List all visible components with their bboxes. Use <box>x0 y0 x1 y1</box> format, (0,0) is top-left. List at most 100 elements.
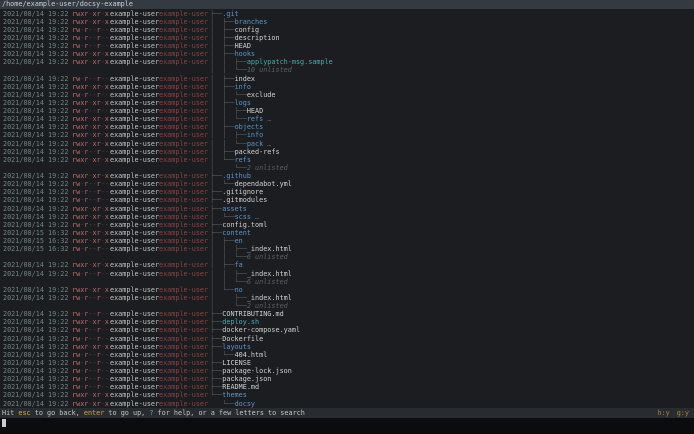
entry-name[interactable]: layouts <box>222 343 251 351</box>
entry-name[interactable]: package.json <box>222 375 271 383</box>
entry-name[interactable]: info <box>247 131 263 139</box>
entry-name[interactable]: pack <box>247 140 263 148</box>
entry-name[interactable]: assets <box>222 205 247 213</box>
entry-name[interactable]: docker-compose.yaml <box>222 326 300 334</box>
entry-name[interactable]: Dockerfile <box>222 335 263 343</box>
tree-row[interactable]: 2021/08/14 19:22 rw-r--r--example-userexa… <box>0 91 694 99</box>
tree-row[interactable]: 2021/08/14 19:22 rwxr-xr-xexample-userexa… <box>0 10 694 18</box>
tree-row[interactable]: │ └──2 unlisted <box>0 302 694 310</box>
entry-name[interactable]: 2 unlisted <box>247 302 288 310</box>
entry-name[interactable]: scss <box>235 213 251 221</box>
tree-row[interactable]: 2021/08/14 19:22 rw-r--r--example-userexa… <box>0 294 694 302</box>
entry-name[interactable]: .github <box>222 172 251 180</box>
entry-name[interactable]: no <box>235 286 243 294</box>
entry-name[interactable]: refs <box>247 115 263 123</box>
entry-name[interactable]: .gitignore <box>222 188 263 196</box>
tree-row[interactable]: 2021/08/15 16:32 rw-r--r--example-userexa… <box>0 245 694 253</box>
tree-row[interactable]: 2021/08/15 16:32 rwxr-xr-xexample-userexa… <box>0 229 694 237</box>
entry-name[interactable]: hooks <box>235 50 255 58</box>
entry-name[interactable]: content <box>222 229 251 237</box>
tree-row[interactable]: 2021/08/14 19:22 rw-r--r--example-userexa… <box>0 188 694 196</box>
tree-row[interactable]: 2021/08/14 19:22 rw-r--r--example-userexa… <box>0 148 694 156</box>
entry-name[interactable]: 2 unlisted <box>247 164 288 172</box>
tree-row[interactable]: 2021/08/14 19:22 rw-r--r--example-userexa… <box>0 270 694 278</box>
tree-row[interactable]: 2021/08/14 19:22 rwxr-xr-xexample-userexa… <box>0 115 694 123</box>
entry-name[interactable]: _index.html <box>247 294 292 302</box>
tree-row[interactable]: 2021/08/14 19:22 rw-r--r--example-userexa… <box>0 351 694 359</box>
tree-row[interactable]: 2021/08/14 19:22 rw-r--r--example-userexa… <box>0 34 694 42</box>
search-input-area[interactable] <box>0 417 694 434</box>
tree-row[interactable]: 2021/08/14 19:22 rw-r--r--example-userexa… <box>0 335 694 343</box>
tree-row[interactable]: 2021/08/14 19:22 rwxr-xr-xexample-userexa… <box>0 123 694 131</box>
tree-row[interactable]: 2021/08/14 19:22 rw-r--r--example-userexa… <box>0 180 694 188</box>
entry-name[interactable]: en <box>235 237 243 245</box>
entry-name[interactable]: HEAD <box>235 42 251 50</box>
tree-row[interactable]: 2021/08/14 19:22 rwxr-xr-xexample-userexa… <box>0 156 694 164</box>
entry-name[interactable]: .git <box>222 10 238 18</box>
tree-row[interactable]: 2021/08/14 19:22 rwxr-xr-xexample-userexa… <box>0 140 694 148</box>
tree-row[interactable]: 2021/08/14 19:22 rw-r--r--example-userexa… <box>0 367 694 375</box>
entry-name[interactable]: config <box>235 26 260 34</box>
tree-row[interactable]: 2021/08/14 19:22 rw-r--r--example-userexa… <box>0 107 694 115</box>
entry-name[interactable]: _index.html <box>247 245 292 253</box>
entry-name[interactable]: description <box>235 34 280 42</box>
entry-name[interactable]: themes <box>222 391 247 399</box>
tree-row[interactable]: 2021/08/14 19:22 rw-r--r--example-userexa… <box>0 375 694 383</box>
tree-row[interactable]: 2021/08/14 19:22 rwxr-xr-xexample-userexa… <box>0 50 694 58</box>
tree-row[interactable]: 2021/08/14 19:22 rwxr-xr-xexample-userexa… <box>0 213 694 221</box>
entry-name[interactable]: packed-refs <box>235 148 280 156</box>
entry-name[interactable]: README.md <box>222 383 259 391</box>
tree-row[interactable]: │ └──2 unlisted <box>0 164 694 172</box>
entry-name[interactable]: package-lock.json <box>222 367 292 375</box>
entry-name[interactable]: _index.html <box>247 270 292 278</box>
entry-name[interactable]: logs <box>235 99 251 107</box>
entry-name[interactable]: 6 unlisted <box>247 253 288 261</box>
tree-row[interactable]: 2021/08/14 19:22 rwxr-xr-xexample-userexa… <box>0 400 694 408</box>
tree-row[interactable]: 2021/08/14 19:22 rwxr-xr-xexample-userexa… <box>0 83 694 91</box>
entry-name[interactable]: branches <box>235 18 268 26</box>
tree-row[interactable]: 2021/08/14 19:22 rw-r--r--example-userexa… <box>0 75 694 83</box>
tree-row[interactable]: 2021/08/14 19:22 rw-r--r--example-userexa… <box>0 326 694 334</box>
tree-row[interactable]: 2021/08/14 19:22 rwxr-xr-xexample-userexa… <box>0 99 694 107</box>
tree-row[interactable]: 2021/08/14 19:22 rw-r--r--example-userexa… <box>0 310 694 318</box>
entry-name[interactable]: config.toml <box>222 221 267 229</box>
tree-row[interactable]: 2021/08/14 19:22 rw-r--r--example-userexa… <box>0 196 694 204</box>
tree-row[interactable]: 2021/08/14 19:22 rwxr-xr-xexample-userexa… <box>0 131 694 139</box>
entry-name[interactable]: dependabot.yml <box>235 180 292 188</box>
tree-row[interactable]: 2021/08/14 19:22 rwxr-xr-xexample-userexa… <box>0 318 694 326</box>
tree-row[interactable]: 2021/08/14 19:22 rwxr-xr-xexample-userexa… <box>0 261 694 269</box>
entry-name[interactable]: .gitmodules <box>222 196 267 204</box>
search-input[interactable] <box>2 418 690 427</box>
tree-row[interactable]: 2021/08/14 19:22 rwxr-xr-xexample-userexa… <box>0 18 694 26</box>
entry-name[interactable]: HEAD <box>247 107 263 115</box>
tree-row[interactable]: │ │ └──6 unlisted <box>0 253 694 261</box>
tree-row[interactable]: 2021/08/14 19:22 rw-r--r--example-userexa… <box>0 383 694 391</box>
tree-row[interactable]: 2021/08/14 19:22 rwxr-xr-xexample-userexa… <box>0 343 694 351</box>
tree-row[interactable]: 2021/08/14 19:22 rw-r--r--example-userexa… <box>0 221 694 229</box>
tree-row[interactable]: 2021/08/14 19:22 rwxr-xr-xexample-userexa… <box>0 172 694 180</box>
tree-row[interactable]: 2021/08/14 19:22 rw-r--r--example-userexa… <box>0 42 694 50</box>
tree-row[interactable]: │ │ └──6 unlisted <box>0 278 694 286</box>
entry-name[interactable]: fa <box>235 261 243 269</box>
tree-row[interactable]: 2021/08/14 19:22 rwxr-xr-xexample-userexa… <box>0 391 694 399</box>
entry-name[interactable]: docsy <box>235 400 255 408</box>
entry-name[interactable]: exclude <box>247 91 276 99</box>
tree-row[interactable]: 2021/08/14 19:22 rw-r--r--example-userexa… <box>0 26 694 34</box>
entry-name[interactable]: 10 unlisted <box>247 66 292 74</box>
entry-name[interactable]: refs <box>235 156 251 164</box>
entry-name[interactable]: info <box>235 83 251 91</box>
entry-name[interactable]: 6 unlisted <box>247 278 288 286</box>
entry-name[interactable]: CONTRIBUTING.md <box>222 310 283 318</box>
entry-name[interactable]: applypatch-msg.sample <box>247 58 333 66</box>
entry-name[interactable]: index <box>235 75 255 83</box>
entry-name[interactable]: objects <box>235 123 264 131</box>
entry-name[interactable]: 404.html <box>235 351 268 359</box>
tree-row[interactable]: 2021/08/14 19:22 rw-r--r--example-userexa… <box>0 359 694 367</box>
tree-row[interactable]: 2021/08/14 19:22 rwxr-xr-xexample-userexa… <box>0 205 694 213</box>
tree-row[interactable]: │ │ └──10 unlisted <box>0 66 694 74</box>
entry-name[interactable]: LICENSE <box>222 359 251 367</box>
tree-row[interactable]: 2021/08/15 16:32 rwxr-xr-xexample-userexa… <box>0 237 694 245</box>
entry-name[interactable]: deploy.sh <box>222 318 259 326</box>
tree-row[interactable]: 2021/08/14 19:22 rwxr-xr-xexample-userexa… <box>0 286 694 294</box>
tree-row[interactable]: 2021/08/14 19:22 rwxr-xr-xexample-userexa… <box>0 58 694 66</box>
